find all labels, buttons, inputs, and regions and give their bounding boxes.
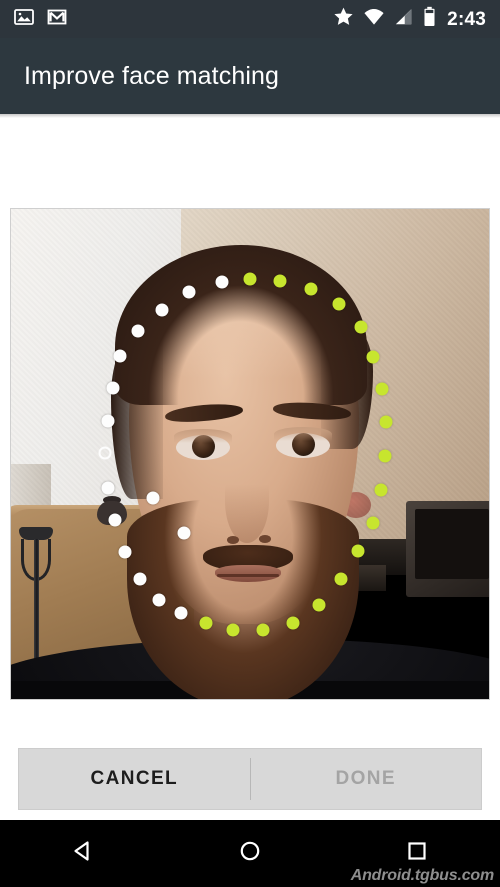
page-title: Improve face matching <box>24 61 279 90</box>
done-button[interactable]: DONE <box>251 749 482 809</box>
site-watermark: Android.tgbus.com <box>350 867 494 884</box>
status-bar-clock: 2:43 <box>447 8 486 30</box>
cancel-button[interactable]: CANCEL <box>19 749 250 809</box>
status-bar-notification-icons <box>14 7 67 32</box>
face-landmark-dot <box>256 623 270 637</box>
app-bar: Improve face matching <box>0 38 500 114</box>
eyelid-left <box>174 429 232 443</box>
recents-square-icon <box>404 838 430 869</box>
face-landmark-dot <box>351 544 365 558</box>
face-landmark-dot <box>155 303 169 317</box>
face-landmark-dot <box>118 545 132 559</box>
priority-star-icon <box>333 6 354 32</box>
face-landmark-dot <box>152 593 166 607</box>
phone-screen: 2:43 Improve face matching CANCEL DONE A… <box>0 0 500 887</box>
face-landmark-dot <box>312 598 326 612</box>
face-landmark-dot <box>379 415 393 429</box>
battery-icon <box>423 6 436 32</box>
photos-icon <box>14 7 34 32</box>
action-bar: CANCEL DONE <box>18 748 482 810</box>
face-landmark-dot <box>133 572 147 586</box>
wifi-icon <box>363 7 385 32</box>
eyelid-right <box>274 427 332 441</box>
face-landmark-dot <box>177 526 191 540</box>
face-landmark-dot <box>286 616 300 630</box>
face-landmark-dot <box>131 324 145 338</box>
status-bar-system-icons: 2:43 <box>333 6 486 32</box>
face-preview[interactable] <box>10 208 490 700</box>
face-landmark-dot <box>354 320 368 334</box>
navigation-bar: Android.tgbus.com <box>0 820 500 887</box>
face-landmark-dot <box>366 350 380 364</box>
home-button[interactable] <box>215 828 285 880</box>
camera-photo <box>11 209 489 699</box>
cellular-signal-icon <box>394 7 414 32</box>
face-landmark-dot <box>332 297 346 311</box>
face-landmark-dot <box>108 513 122 527</box>
face-landmark-dot <box>374 483 388 497</box>
face-landmark-dot <box>378 449 392 463</box>
face-landmark-dot <box>182 285 196 299</box>
face-landmark-dot <box>199 616 213 630</box>
face-landmark-dot <box>304 282 318 296</box>
face-landmark-dot <box>273 274 287 288</box>
status-bar: 2:43 <box>0 0 500 38</box>
home-circle-icon <box>237 838 263 869</box>
face-landmark-dot <box>334 572 348 586</box>
app-bar-shadow <box>0 114 500 118</box>
face-landmark-dot <box>101 481 115 495</box>
face-landmark-dot <box>375 382 389 396</box>
face-landmark-dot <box>226 623 240 637</box>
back-button[interactable] <box>48 828 118 880</box>
back-triangle-icon <box>70 838 96 869</box>
face-landmark-dot <box>146 491 160 505</box>
face-landmark-dot <box>106 381 120 395</box>
face-landmark-dot <box>174 606 188 620</box>
lip-line <box>217 574 279 577</box>
face-landmark-dot <box>98 446 112 460</box>
face-landmark-dot <box>101 414 115 428</box>
face-landmark-dot <box>243 272 257 286</box>
gmail-icon <box>47 7 67 32</box>
face-landmark-dot <box>366 516 380 530</box>
television-screen <box>415 509 489 579</box>
face-landmark-dot <box>215 275 229 289</box>
face-landmark-dot <box>113 349 127 363</box>
